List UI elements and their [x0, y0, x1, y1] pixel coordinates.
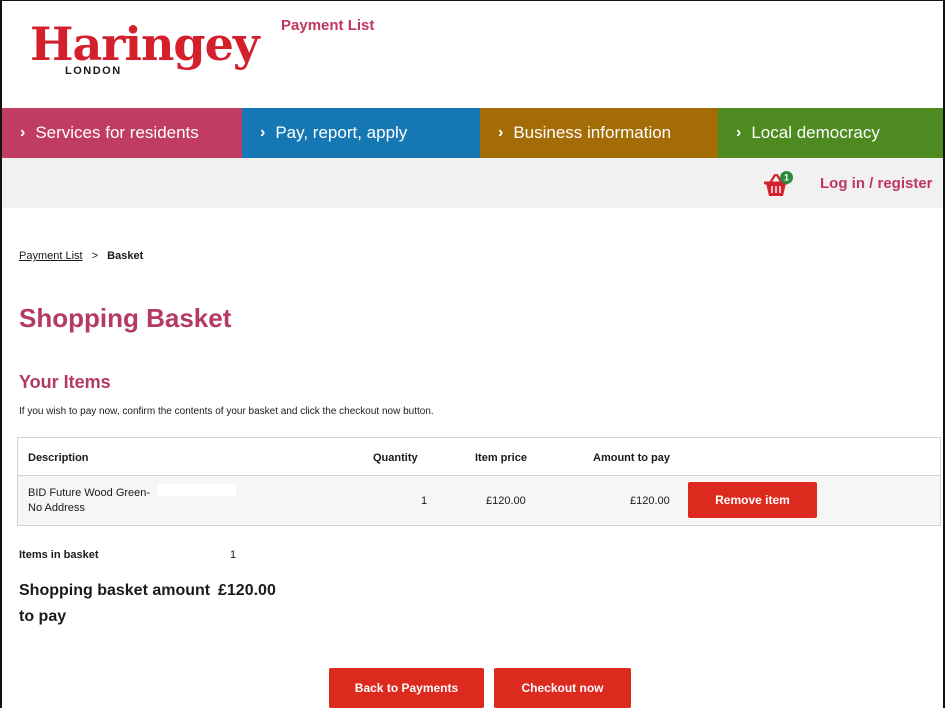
nav-label: Local democracy: [751, 123, 880, 142]
items-in-basket-label: Items in basket: [19, 549, 99, 561]
chevron-right-icon: ›: [260, 124, 266, 141]
chevron-right-icon: ›: [736, 124, 742, 141]
logo-subtitle: LONDON: [65, 65, 122, 77]
header-amount-to-pay: Amount to pay: [593, 452, 670, 464]
nav-label: Services for residents: [35, 123, 199, 142]
breadcrumb-separator: >: [91, 250, 99, 262]
header-description: Description: [28, 452, 89, 464]
shopping-basket-icon: 1: [764, 171, 793, 196]
basket-total-value: £120.00: [218, 582, 276, 599]
basket-count-badge: 1: [784, 173, 789, 183]
checkout-now-button[interactable]: Checkout now: [494, 668, 631, 708]
haringey-logo[interactable]: Haringey LONDON: [30, 19, 260, 85]
chevron-right-icon: ›: [498, 124, 504, 141]
item-description-line2: No Address: [28, 502, 85, 514]
your-items-heading: Your Items: [19, 372, 111, 392]
login-register-link[interactable]: Log in / register: [820, 175, 933, 192]
nav-services-for-residents[interactable]: › Services for residents: [2, 108, 242, 158]
item-amount: £120.00: [630, 495, 670, 507]
header-quantity: Quantity: [373, 452, 418, 464]
back-to-payments-button[interactable]: Back to Payments: [329, 668, 484, 708]
breadcrumb-current: Basket: [107, 250, 144, 262]
intro-text: If you wish to pay now, confirm the cont…: [19, 406, 434, 417]
table-row: BID Future Wood Green- No Address 1 £120…: [18, 476, 940, 525]
item-price: £120.00: [486, 495, 526, 507]
items-in-basket-count: 1: [230, 549, 237, 561]
item-quantity: 1: [421, 495, 428, 507]
sub-navigation-bar: [2, 158, 943, 208]
nav-local-democracy[interactable]: › Local democracy: [718, 108, 943, 158]
item-description: BID Future Wood Green- No Address: [28, 486, 150, 516]
table-header: Description Quantity Item price Amount t…: [18, 438, 940, 476]
main-nav: › Services for residents › Pay, report, …: [2, 108, 943, 158]
basket-table: Description Quantity Item price Amount t…: [17, 437, 941, 526]
item-description-line1: BID Future Wood Green-: [28, 487, 151, 499]
redacted-area: [158, 484, 236, 496]
basket-button[interactable]: 1: [762, 170, 794, 200]
header-item-price: Item price: [475, 452, 527, 464]
nav-label: Pay, report, apply: [275, 123, 408, 142]
payment-list-link[interactable]: Payment List: [281, 17, 374, 34]
nav-business-information[interactable]: › Business information: [480, 108, 718, 158]
chevron-right-icon: ›: [20, 124, 26, 141]
nav-label: Business information: [513, 123, 672, 142]
breadcrumb: Payment List > Basket: [19, 250, 143, 262]
logo-wordmark: Haringey: [30, 17, 260, 71]
breadcrumb-payment-list[interactable]: Payment List: [19, 250, 83, 262]
site-header: Haringey LONDON: [2, 1, 943, 108]
page-title: Shopping Basket: [19, 303, 232, 333]
remove-item-button[interactable]: Remove item: [688, 482, 817, 518]
nav-pay-report-apply[interactable]: › Pay, report, apply: [242, 108, 480, 158]
basket-total-label: Shopping basket amount to pay: [19, 582, 211, 625]
